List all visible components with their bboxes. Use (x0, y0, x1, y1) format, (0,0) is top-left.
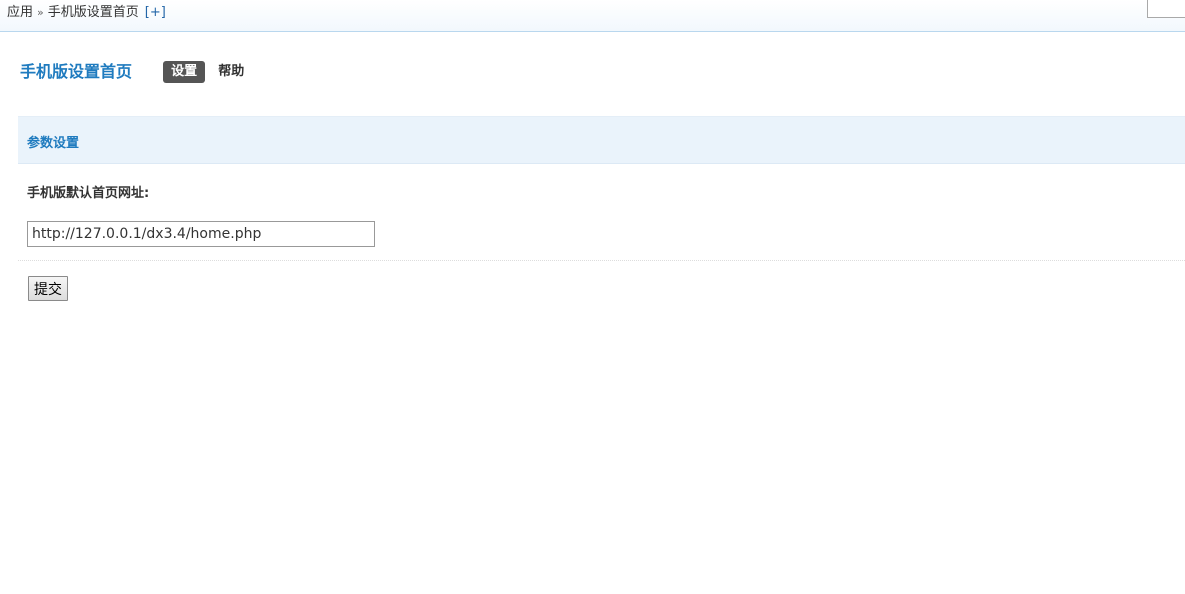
default-homepage-url-input[interactable] (27, 221, 375, 247)
section-title: 参数设置 (27, 136, 80, 151)
top-right-control[interactable] (1147, 0, 1185, 18)
tab-settings[interactable]: 设置 (163, 61, 206, 83)
form-divider (18, 260, 1185, 261)
submit-button[interactable]: 提交 (28, 276, 68, 301)
default-homepage-url-label: 手机版默认首页网址: (27, 186, 150, 201)
breadcrumb-separator: » (37, 6, 44, 19)
page-title: 手机版设置首页 (20, 62, 133, 81)
section-header: 参数设置 (18, 116, 1185, 164)
add-shortcut-link[interactable]: [+] (145, 5, 166, 20)
top-bar: 应用 » 手机版设置首页 [+] (0, 0, 1185, 32)
breadcrumb-root[interactable]: 应用 (7, 5, 33, 20)
tab-help[interactable]: 帮助 (218, 61, 244, 83)
breadcrumb: 应用 » 手机版设置首页 [+] (7, 5, 166, 21)
page-header: 手机版设置首页 设置 帮助 (20, 60, 244, 84)
breadcrumb-current: 手机版设置首页 (47, 5, 139, 20)
